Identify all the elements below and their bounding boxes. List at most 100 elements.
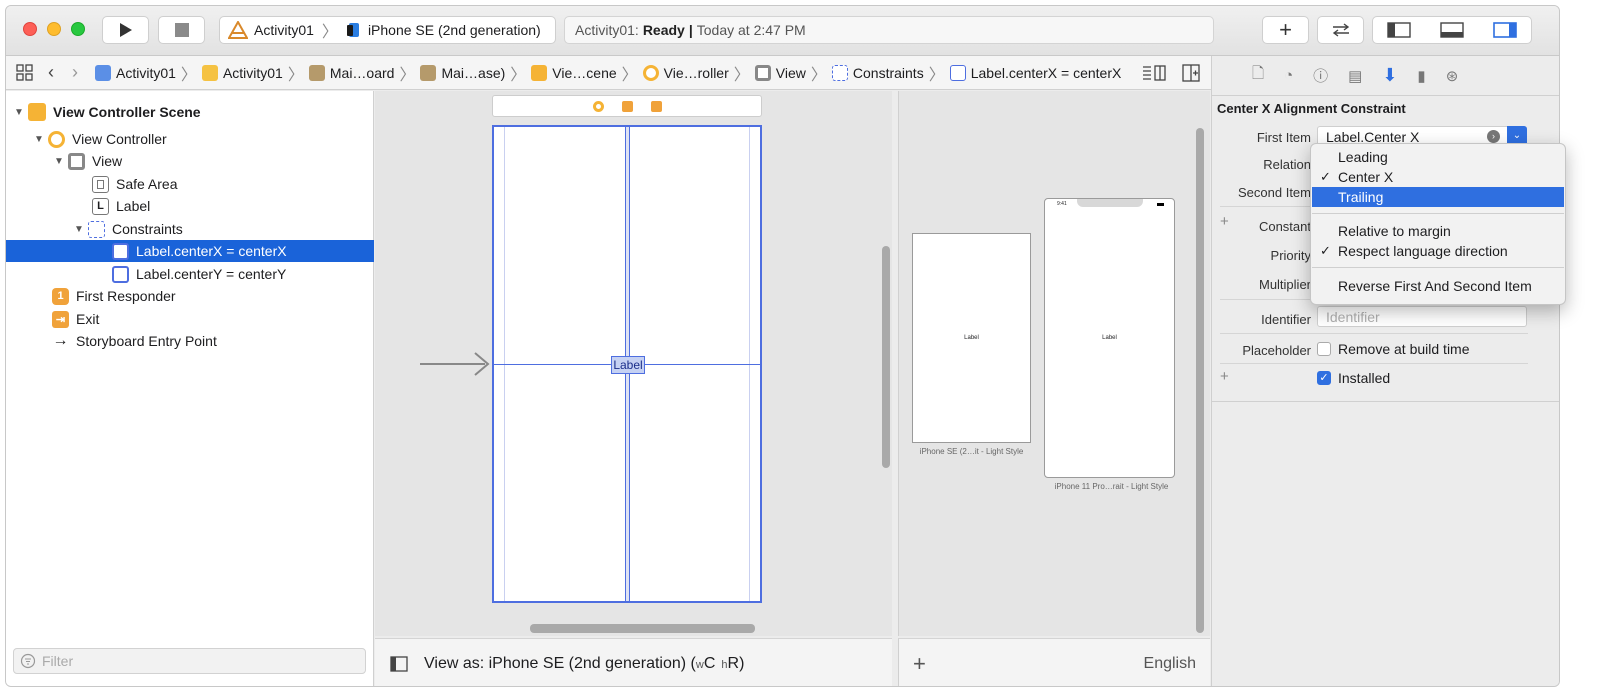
disclosure-down-icon[interactable]: ▼ [34,134,48,145]
size-inspector-icon[interactable]: ▮ [1417,67,1425,85]
outline-row-constraints[interactable]: ▼ Constraints [6,218,374,240]
canvas-vertical-scrollbar[interactable] [882,246,890,468]
history-inspector-icon[interactable]: ◔ [1284,67,1293,84]
size-class-w: w [695,658,704,671]
menu-item-reverse-items[interactable]: Reverse First And Second Item [1312,276,1564,296]
crumb-label: Vie…roller [663,64,729,81]
first-item-label: First Item [1256,130,1311,145]
code-review-button[interactable] [1317,16,1364,44]
crumb-storyboard[interactable]: Mai…oard [306,64,398,81]
outline-row-label[interactable]: L Label [6,195,374,217]
plus-icon[interactable]: + [1220,368,1229,385]
iphone-device-icon [346,23,359,37]
divider [1220,333,1528,334]
menu-item-label: Leading [1338,149,1388,165]
menu-separator [1312,267,1564,268]
preview-device-iphone-se[interactable]: Label [912,233,1031,443]
debug-area-toggle-icon[interactable] [1440,22,1464,38]
outline-row-centerx-constraint[interactable]: Label.centerX = centerX [6,240,374,262]
outline-row-safe-area[interactable]: Safe Area [6,173,374,195]
chevron-right-icon: 〉 [399,66,416,84]
scheme-device[interactable]: iPhone SE (2nd generation) [368,22,541,38]
back-arrow-icon[interactable]: ‹ [48,62,54,83]
plus-icon[interactable]: + [1220,213,1229,230]
identity-inspector-icon[interactable]: ▤ [1348,67,1362,85]
crumb-constraints[interactable]: Constraints [829,64,927,81]
second-item-label: Second Item [1238,185,1311,200]
menu-item-trailing[interactable]: Trailing [1312,187,1564,207]
outline-row-centery-constraint[interactable]: Label.centerY = centerY [6,263,374,285]
zoom-window-button[interactable] [71,22,85,36]
storyboard-canvas[interactable]: Label [375,91,892,636]
stop-button[interactable] [158,16,205,44]
folder-icon [201,64,218,81]
attributes-inspector-icon[interactable]: ⬇ [1382,65,1397,86]
view-controller-frame[interactable]: Label [492,125,762,603]
menu-item-respect-language-direction[interactable]: ✓ Respect language direction [1312,241,1564,261]
status-time: 9:41 [1057,201,1067,207]
outline-row-scene[interactable]: ▼ View Controller Scene [6,101,374,123]
scheme-target[interactable]: Activity01 [254,22,314,38]
library-button[interactable]: + [1262,16,1309,44]
run-button[interactable] [102,16,149,44]
checkmark-icon: ✓ [1320,243,1331,258]
outline-label: First Responder [76,288,176,304]
minimize-window-button[interactable] [47,22,61,36]
canvas-horizontal-scrollbar[interactable] [530,624,755,633]
outline-label: Label [116,198,151,214]
checkbox-unchecked[interactable] [1317,342,1331,356]
view-controller-icon [642,64,659,81]
menu-item-label: Trailing [1338,189,1384,205]
forward-arrow-icon[interactable]: › [72,62,78,83]
crumb-view[interactable]: View [752,64,809,81]
installed-checkbox[interactable]: ✓ Installed [1317,370,1390,386]
menu-item-center-x[interactable]: ✓ Center X [1312,167,1564,187]
disclosure-down-icon[interactable]: ▼ [14,107,28,118]
navigate-arrow-icon[interactable]: › [1487,130,1500,143]
remove-at-build-checkbox[interactable]: Remove at build time [1317,341,1470,357]
inspector-title: Center X Alignment Constraint [1217,101,1406,116]
crumb-scene[interactable]: Vie…cene [528,64,619,81]
storyboard-file-icon [420,64,437,81]
crumb-controller[interactable]: Vie…roller [640,64,732,81]
crumb-folder[interactable]: Activity01 [199,64,286,81]
crumb-base[interactable]: Mai…ase) [417,64,508,81]
outline-row-first-responder[interactable]: 1 First Responder [6,285,374,307]
crumb-label: View [775,64,806,81]
constraints-icon [831,64,848,81]
exit-icon: ⇥ [52,310,69,328]
preview-language[interactable]: English [1144,655,1196,673]
navigator-toggle-icon[interactable] [1387,22,1412,38]
menu-item-relative-to-margin[interactable]: Relative to margin [1312,221,1564,241]
disclosure-down-icon[interactable]: ▼ [74,224,88,235]
outline-row-view-controller[interactable]: ▼ View Controller [6,128,374,150]
crumb-constraint[interactable]: Label.centerX = centerX [947,64,1125,81]
outline-row-entry-point[interactable]: → Storyboard Entry Point [6,330,374,352]
quick-help-icon[interactable]: ⓘ [1313,65,1328,86]
crumb-project[interactable]: Activity01 [92,64,179,81]
identifier-field[interactable]: Identifier [1317,306,1527,327]
related-items-grid-icon[interactable] [16,63,34,82]
checkbox-checked[interactable]: ✓ [1317,371,1331,385]
adjust-editor-options-icon[interactable] [1142,64,1168,82]
view-as-device[interactable]: View as: iPhone SE (2nd generation) (wC h… [424,655,744,673]
outline-row-exit[interactable]: ⇥ Exit [6,308,374,330]
close-window-button[interactable] [23,22,37,36]
outline-row-view[interactable]: ▼ View [6,150,374,172]
disclosure-down-icon[interactable]: ▼ [54,156,68,167]
file-inspector-icon[interactable]: 🗋 [1252,63,1264,88]
document-outline-toggle-icon[interactable] [390,655,408,672]
chevron-right-icon: 〉 [810,66,827,84]
scheme-selector[interactable]: Activity01 〉 iPhone SE (2nd generation) [219,16,556,44]
menu-item-leading[interactable]: Leading [1312,147,1564,167]
add-preview-plus-icon[interactable]: + [913,651,926,677]
connections-inspector-icon[interactable]: ⊛ [1446,67,1459,85]
inspector-toggle-icon[interactable] [1492,22,1517,38]
add-editor-icon[interactable] [1182,63,1200,82]
constant-label: Constant [1258,219,1311,234]
preview-device-iphone-11-pro[interactable]: 9:41 Label [1044,198,1175,478]
filter-field[interactable]: Filter [13,648,366,674]
label-element[interactable]: Label [611,356,645,374]
first-responder-icon: 1 [52,287,69,305]
preview-vertical-scrollbar[interactable] [1196,128,1204,633]
